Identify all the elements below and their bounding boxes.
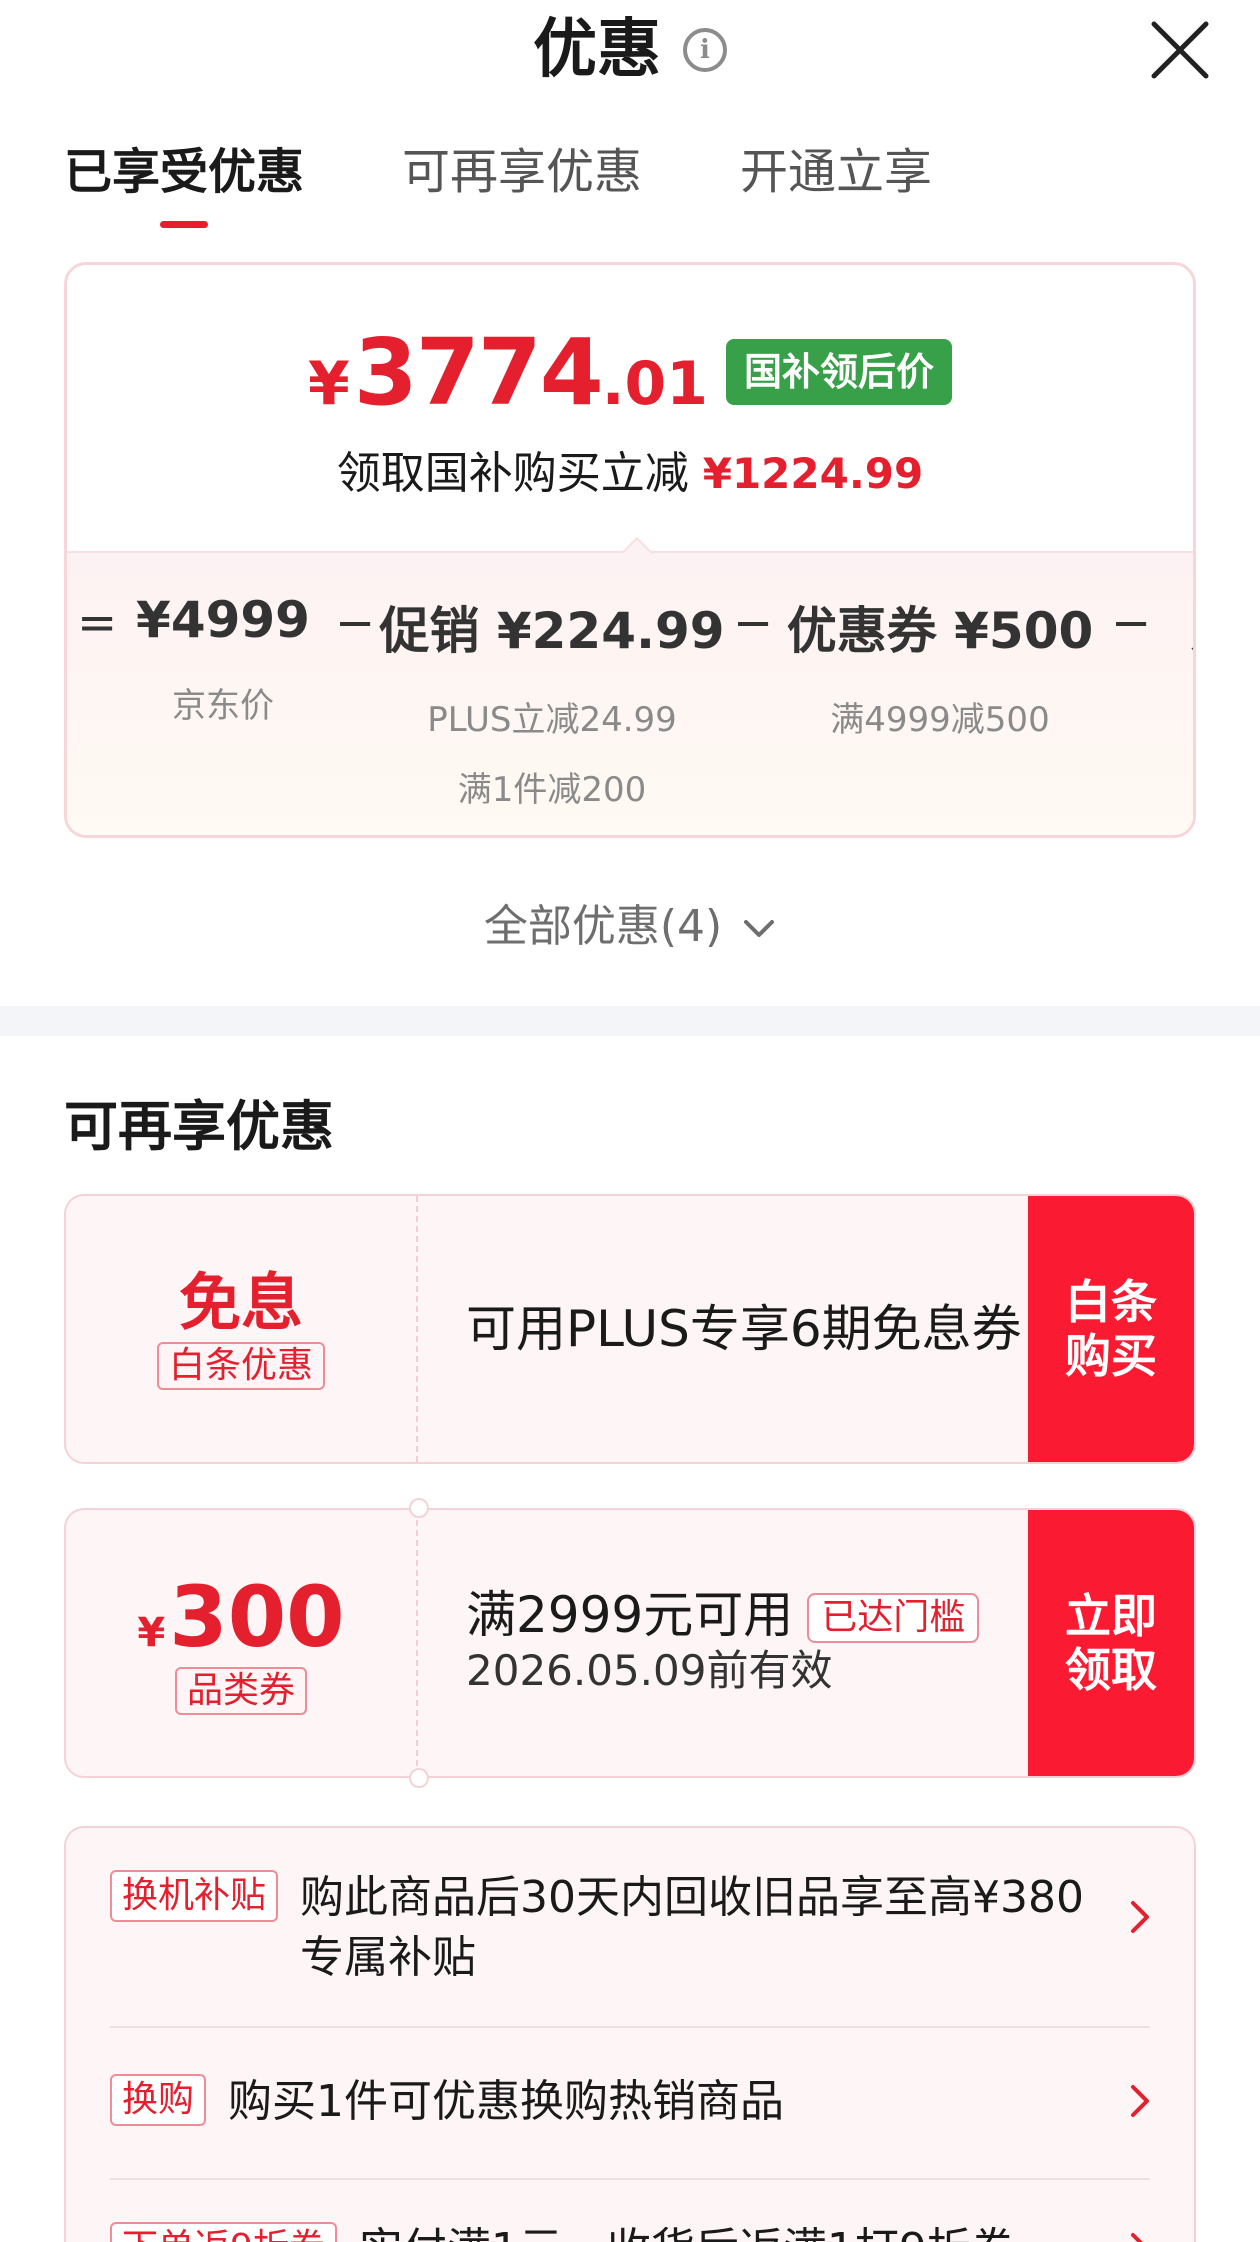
- list-item[interactable]: 换购 购买1件可优惠换购热销商品: [110, 2072, 1150, 2132]
- close-icon: [1151, 21, 1209, 79]
- promo-tag: 换机补贴: [110, 1870, 279, 1922]
- coupon-tag: 白条优惠: [156, 1342, 325, 1390]
- section-divider: [0, 1006, 1260, 1036]
- minus-sign: −: [733, 595, 774, 651]
- savings-summary-card: ¥ 3774 .01 国补领后价 领取国补购买立减 ¥1224.99 = ¥499…: [64, 262, 1196, 838]
- subsidy-price-badge: 国补领后价: [726, 339, 953, 405]
- breakdown-item: 支 国 5: [1191, 591, 1193, 825]
- price-breakdown: = ¥4999 京东价 − 促销 ¥224.99 PLUS立减24.99 满1件…: [67, 551, 1193, 835]
- chevron-down-icon: [744, 920, 775, 937]
- tab-bar: 已享受优惠 可再享优惠 开通立享: [64, 132, 932, 228]
- category-coupon: ¥ 300 品类券 满2999元可用 已达门槛 2026.05.09前有效 立即 …: [64, 1498, 1196, 1788]
- all-offers-toggle[interactable]: 全部优惠(4): [0, 890, 1260, 954]
- coupon-description: 满2999元可用: [466, 1585, 794, 1644]
- equals-sign: =: [77, 595, 118, 651]
- subsidy-line: 领取国补购买立减 ¥1224.99: [336, 448, 924, 499]
- promo-text: 实付满1元，收货后返满1打9折券: [359, 2220, 1110, 2242]
- promotions-list: 换机补贴 购此商品后30天内回收旧品享至高¥380专属补贴 换购 购买1件可优惠…: [64, 1826, 1196, 2242]
- close-button[interactable]: [1148, 18, 1212, 82]
- coupon-tag: 品类券: [174, 1667, 307, 1715]
- info-icon[interactable]: i: [683, 28, 727, 72]
- coupon-expiry: 2026.05.09前有效: [466, 1646, 833, 1696]
- final-price: ¥ 3774 .01: [307, 319, 709, 426]
- coupon-type: 免息: [178, 1266, 303, 1339]
- promo-text: 购此商品后30天内回收旧品享至高¥380专属补贴: [300, 1872, 1084, 1983]
- page-title: 优惠: [533, 13, 661, 87]
- chevron-right-icon: [1131, 1901, 1149, 1933]
- threshold-met-badge: 已达门槛: [807, 1593, 980, 1644]
- claim-coupon-button[interactable]: 立即 领取: [1028, 1510, 1194, 1776]
- coupon-amount: ¥ 300: [137, 1568, 345, 1666]
- minus-sign: −: [335, 595, 376, 651]
- subsidy-amount: ¥1224.99: [702, 449, 924, 498]
- list-item[interactable]: 下单返9折券 实付满1元，收货后返满1打9折券: [110, 2220, 1150, 2242]
- promo-tag: 换购: [110, 2074, 207, 2126]
- baitiao-buy-button[interactable]: 白条 购买: [1028, 1196, 1194, 1462]
- dialog-header: 优惠 i: [0, 0, 1260, 110]
- tab-activate-offers[interactable]: 开通立享: [740, 132, 932, 228]
- more-offers-heading: 可再享优惠: [64, 1095, 334, 1158]
- chevron-right-icon: [1131, 2085, 1149, 2117]
- tab-enjoyed-offers[interactable]: 已享受优惠: [64, 132, 304, 228]
- breakdown-item: ¥4999 京东价: [136, 591, 310, 726]
- promo-text: 购买1件可优惠换购热销商品: [228, 2076, 785, 2127]
- minus-sign: −: [1111, 595, 1152, 651]
- list-item[interactable]: 换机补贴 购此商品后30天内回收旧品享至高¥380专属补贴: [110, 1868, 1150, 1988]
- coupon-description: 可用PLUS专享6期免息券: [466, 1300, 1022, 1358]
- promo-tag: 下单返9折券: [110, 2222, 337, 2242]
- tab-more-offers[interactable]: 可再享优惠: [402, 132, 642, 228]
- chevron-right-icon: [1131, 2233, 1143, 2242]
- interest-free-coupon: 免息 白条优惠 可用PLUS专享6期免息券 白条 购买: [64, 1194, 1196, 1464]
- breakdown-item: 促销 ¥224.99 PLUS立减24.99 满1件减200: [379, 602, 725, 810]
- breakdown-item: 优惠券 ¥500 满4999减500: [786, 602, 1094, 740]
